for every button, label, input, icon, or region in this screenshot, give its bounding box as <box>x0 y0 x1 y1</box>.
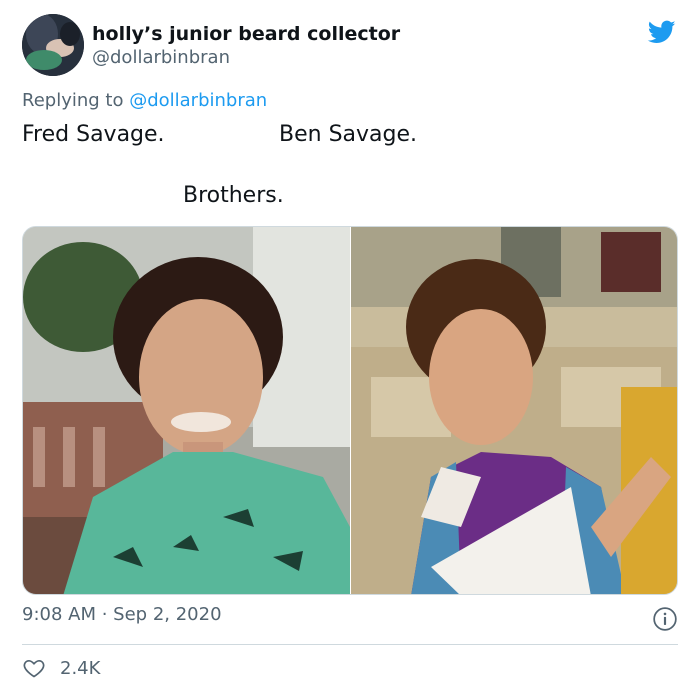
replying-to-handle[interactable]: @dollarbinbran <box>129 90 267 111</box>
ben-savage-photo[interactable] <box>351 227 677 594</box>
tweet-author[interactable]: holly’s junior beard collector @dollarbi… <box>92 22 400 70</box>
tweet-text-right: Ben Savage. <box>279 122 418 147</box>
avatar[interactable] <box>22 14 84 76</box>
tweet-date: Sep 2, 2020 <box>113 604 222 625</box>
fred-savage-photo[interactable] <box>23 227 350 594</box>
tweet-text-left: Fred Savage. <box>22 122 165 147</box>
tweet-text-caption: Brothers. <box>183 183 284 208</box>
author-display-name[interactable]: holly’s junior beard collector <box>92 22 400 46</box>
like-count: 2.4K <box>60 657 101 679</box>
tweet-media[interactable] <box>22 226 678 595</box>
tweet-time: 9:08 AM <box>22 604 96 625</box>
divider <box>22 644 678 645</box>
avatar-image <box>22 14 84 76</box>
like-button[interactable]: 2.4K <box>22 656 100 680</box>
tweet-timestamp[interactable]: 9:08 AM · Sep 2, 2020 <box>22 604 222 625</box>
timestamp-separator: · <box>96 604 114 625</box>
author-handle[interactable]: @dollarbinbran <box>92 46 400 70</box>
info-icon[interactable] <box>652 606 678 632</box>
replying-to-label: Replying to <box>22 90 130 111</box>
replying-to: Replying to @dollarbinbran <box>22 90 267 111</box>
twitter-bird-icon[interactable] <box>646 18 678 46</box>
heart-icon[interactable] <box>22 656 46 680</box>
